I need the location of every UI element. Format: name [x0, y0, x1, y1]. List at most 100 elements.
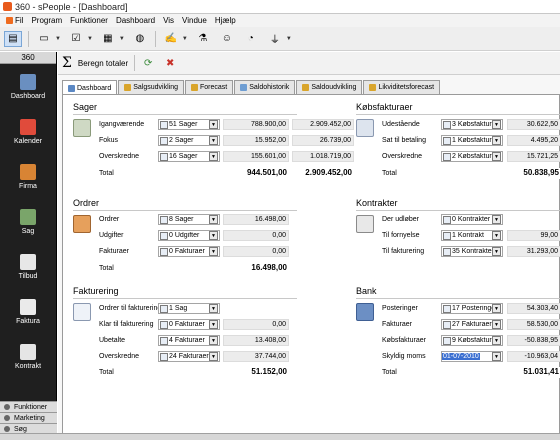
value-field: 2.909.452,00 [292, 119, 354, 130]
sidebar-item-dashboard[interactable]: Dashboard [0, 64, 56, 109]
dropdown-ordrer-ordrer[interactable]: 8 Sager ▼ [158, 214, 220, 225]
calculate-totals-button[interactable]: Beregn totaler [76, 58, 130, 69]
sidebar-item-kontrakt[interactable]: Kontrakt [0, 334, 56, 379]
row-label: Klar til fakturering [99, 321, 154, 328]
chevron-down-icon[interactable]: ▼ [119, 36, 125, 42]
app-menu-icon [6, 17, 13, 24]
selected-date[interactable]: 01-07-2010 [442, 353, 480, 360]
dropdown-kontrakter-fornyelse[interactable]: 1 Kontrakt ▼ [441, 230, 503, 241]
chevron-down-icon[interactable]: ▼ [87, 36, 93, 42]
chevron-down-icon[interactable]: ▼ [209, 120, 218, 129]
chevron-down-icon[interactable]: ▼ [209, 152, 218, 161]
tab-likviditetsforecast[interactable]: Likviditetsforecast [363, 80, 441, 94]
dropdown-fakturering-overskredne[interactable]: 24 Fakturaer ▼ [158, 351, 220, 362]
invoice-icon [160, 352, 168, 361]
dashboard-icon [20, 73, 36, 90]
bottle-icon[interactable]: ⚗ [194, 31, 212, 47]
chevron-down-icon[interactable]: ▼ [209, 136, 218, 145]
section-title-bank: Bank [356, 286, 377, 296]
dropdown-kob-sat-til-betaling[interactable]: 1 Købsfaktur ▼ [441, 135, 503, 146]
sigma-icon: Σ [62, 55, 72, 71]
dropdown-fakturering-ubetalte[interactable]: 4 Fakturaer ▼ [158, 335, 220, 346]
section-title-fakturering: Fakturering [73, 286, 119, 296]
layout-icon[interactable]: ▤ [4, 30, 22, 47]
dropdown-sager-igangvaerende[interactable]: 51 Sager ▼ [158, 119, 220, 130]
menu-program[interactable]: Program [27, 16, 66, 25]
date-picker-skyldig-moms[interactable]: 01-07-2010 ▼ [441, 351, 503, 362]
value-field: 15.952,00 [223, 135, 289, 146]
user-icon[interactable]: ☺ [218, 31, 236, 47]
chevron-down-icon[interactable]: ▼ [492, 320, 501, 329]
dropdown-bank-posteringer[interactable]: 17 Posteringe ▼ [441, 303, 503, 314]
chevron-down-icon[interactable]: ▼ [209, 231, 218, 240]
chevron-down-icon[interactable]: ▼ [492, 136, 501, 145]
dropdown-sager-overskredne[interactable]: 16 Sager ▼ [158, 151, 220, 162]
sidebar-item-tilbud[interactable]: Tilbud [0, 244, 56, 289]
contract-icon [443, 215, 451, 224]
gauge-icon[interactable]: ◔ [242, 31, 260, 47]
window-icon[interactable]: ▭ [35, 31, 53, 47]
handshake-icon[interactable]: ✍ [162, 31, 180, 47]
sidebar-item-faktura[interactable]: Faktura [0, 289, 56, 334]
tab-salgsudvikling[interactable]: Salgsudvikling [118, 80, 184, 94]
content-toolbar: Σ Beregn totaler ⟳ ✖ [58, 52, 560, 75]
chevron-down-icon[interactable]: ▼ [492, 152, 501, 161]
total-value: 51.152,00 [223, 367, 289, 378]
refresh-icon[interactable]: ⟳ [139, 55, 157, 71]
bank-icon [356, 303, 374, 321]
dropdown-kontrakter-udlober[interactable]: 0 Kontrakter ▼ [441, 214, 503, 225]
dropdown-fakturering-klar[interactable]: 0 Fakturaer ▼ [158, 319, 220, 330]
sidebar-marketing[interactable]: Marketing [0, 412, 57, 423]
globe-icon[interactable]: ◍ [131, 31, 149, 47]
chevron-down-icon[interactable]: ▼ [492, 120, 501, 129]
dropdown-ordrer-udgifter[interactable]: 0 Udgifter ▼ [158, 230, 220, 241]
menu-dashboard[interactable]: Dashboard [112, 16, 159, 25]
chevron-down-icon[interactable]: ▼ [286, 36, 292, 42]
menu-funktioner[interactable]: Funktioner [66, 16, 112, 25]
checklist-icon[interactable]: ☑ [67, 31, 85, 47]
dropdown-kob-overskredne[interactable]: 2 Købsfaktur ▼ [441, 151, 503, 162]
chevron-down-icon[interactable]: ▼ [209, 336, 218, 345]
menu-vindue[interactable]: Vindue [178, 16, 211, 25]
chevron-down-icon[interactable]: ▼ [209, 352, 218, 361]
menu-fil[interactable]: Fil [2, 16, 27, 25]
chevron-down-icon[interactable]: ▼ [209, 304, 218, 313]
tab-saldohistorik[interactable]: Saldohistorik [234, 80, 296, 94]
section-divider [356, 298, 560, 299]
chevron-down-icon[interactable]: ▼ [492, 231, 501, 240]
value-field: 54.303,40 [507, 303, 560, 314]
chevron-down-icon[interactable]: ▼ [209, 320, 218, 329]
dropdown-fakturering-ordrer[interactable]: 1 Sag ▼ [158, 303, 220, 314]
sidebar-item-kalender[interactable]: Kalender [0, 109, 56, 154]
tab-forecast[interactable]: Forecast [185, 80, 234, 94]
dropdown-sager-fokus[interactable]: 2 Sager ▼ [158, 135, 220, 146]
menu-vis[interactable]: Vis [159, 16, 178, 25]
dropdown-bank-fakturaer[interactable]: 27 Fakturaer ▼ [441, 319, 503, 330]
sidebar-header[interactable]: 360 [0, 52, 56, 64]
close-calendar-icon[interactable]: ✖ [161, 55, 179, 71]
chevron-down-icon[interactable]: ▼ [182, 36, 188, 42]
chevron-down-icon[interactable]: ▼ [492, 336, 501, 345]
chevron-down-icon[interactable]: ▼ [492, 215, 501, 224]
dropdown-bank-kobsfakturaer[interactable]: 9 Købsfaktur ▼ [441, 335, 503, 346]
chevron-down-icon[interactable]: ▼ [209, 215, 218, 224]
chevron-down-icon[interactable]: ▼ [492, 304, 501, 313]
dropdown-kob-udestaende[interactable]: 3 Købsfaktur ▼ [441, 119, 503, 130]
tab-dashboard[interactable]: Dashboard [62, 80, 118, 95]
chevron-down-icon[interactable]: ▼ [55, 36, 61, 42]
sidebar-item-sag[interactable]: Sag [0, 199, 56, 244]
sidebar-item-firma[interactable]: Firma [0, 154, 56, 199]
row-label: Igangværende [99, 121, 145, 128]
dropdown-ordrer-fakturaer[interactable]: 0 Fakturaer ▼ [158, 246, 220, 257]
dropdown-kontrakter-fakturering[interactable]: 35 Kontrakte ▼ [441, 246, 503, 257]
app-icon [3, 2, 12, 11]
tab-saldoudvikling[interactable]: Saldoudvikling [296, 80, 363, 94]
filter-icon[interactable]: ⏚ [266, 31, 284, 47]
chevron-down-icon[interactable]: ▼ [492, 352, 501, 361]
chevron-down-icon[interactable]: ▼ [209, 247, 218, 256]
document-icon[interactable]: ▦ [99, 31, 117, 47]
chevron-down-icon[interactable]: ▼ [492, 247, 501, 256]
case-icon [160, 152, 168, 161]
menu-hjaelp[interactable]: Hjælp [211, 16, 240, 25]
sidebar-funktioner[interactable]: Funktioner [0, 401, 57, 412]
